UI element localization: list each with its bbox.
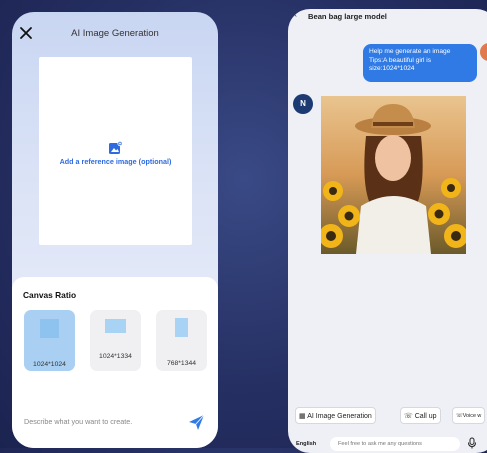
ratio-option-768x1344[interactable]: 768*1344 [156,310,207,371]
chip-label: Call up [414,413,437,420]
user-avatar [480,43,487,61]
chat-screen: ‹ Bean bag large model Help me generate … [288,9,487,453]
chip-voice[interactable]: ☏Voice w [452,407,486,424]
header: AI Image Generation [12,12,218,56]
chat-title: Bean bag large model [308,12,387,21]
ratio-label: 1024*1334 [99,353,132,360]
back-icon[interactable]: ‹ [294,9,297,19]
message-line: Help me generate an image [369,48,451,55]
bot-avatar: N [293,94,313,114]
ask-input[interactable] [330,437,460,451]
square-ratio-icon [40,319,59,338]
send-icon[interactable] [188,414,205,431]
landscape-ratio-icon [105,319,126,333]
canvas-ratio-title: Canvas Ratio [23,290,77,300]
message-line: Tips:A beautiful girl is [369,56,432,64]
page-title: AI Image Generation [71,28,159,39]
chip-call-up[interactable]: ☏ Call up [400,407,441,424]
user-message-bubble: Help me generate an image Tips:A beautif… [363,44,477,82]
reference-image-label: Add a reference image (optional) [59,157,172,166]
ratio-option-1024x1334[interactable]: 1024*1334 [90,310,141,371]
phone-icon: ☏ [404,413,415,420]
reference-image-upload[interactable]: Add a reference image (optional) [39,57,192,245]
prompt-input[interactable]: Describe what you want to create. [24,417,132,426]
portrait-ratio-icon [175,318,188,337]
ratio-label: 768*1344 [166,360,197,367]
input-bar: English [288,437,487,453]
image-icon: ▦ [299,413,308,420]
phone-icon: ☏ [456,413,463,419]
language-selector[interactable]: English [296,441,316,447]
ratio-option-1024x1024[interactable]: 1024*1024 [24,310,75,371]
ratio-label: 1024*1024 [33,361,66,368]
settings-panel: Canvas Ratio 1024*1024 1024*1334 768*134… [12,277,218,448]
chip-ai-image-generation[interactable]: ▦ AI Image Generation [295,407,376,424]
microphone-icon[interactable] [466,437,478,449]
chip-label: Voice w [462,413,482,419]
message-line: size:1024*1024 [369,65,415,73]
generated-image[interactable] [321,96,466,254]
add-image-icon [109,141,122,154]
ai-image-generation-screen: AI Image Generation Add a reference imag… [12,12,218,448]
chip-label: AI Image Generation [307,413,372,420]
bot-avatar-letter: N [300,99,306,108]
